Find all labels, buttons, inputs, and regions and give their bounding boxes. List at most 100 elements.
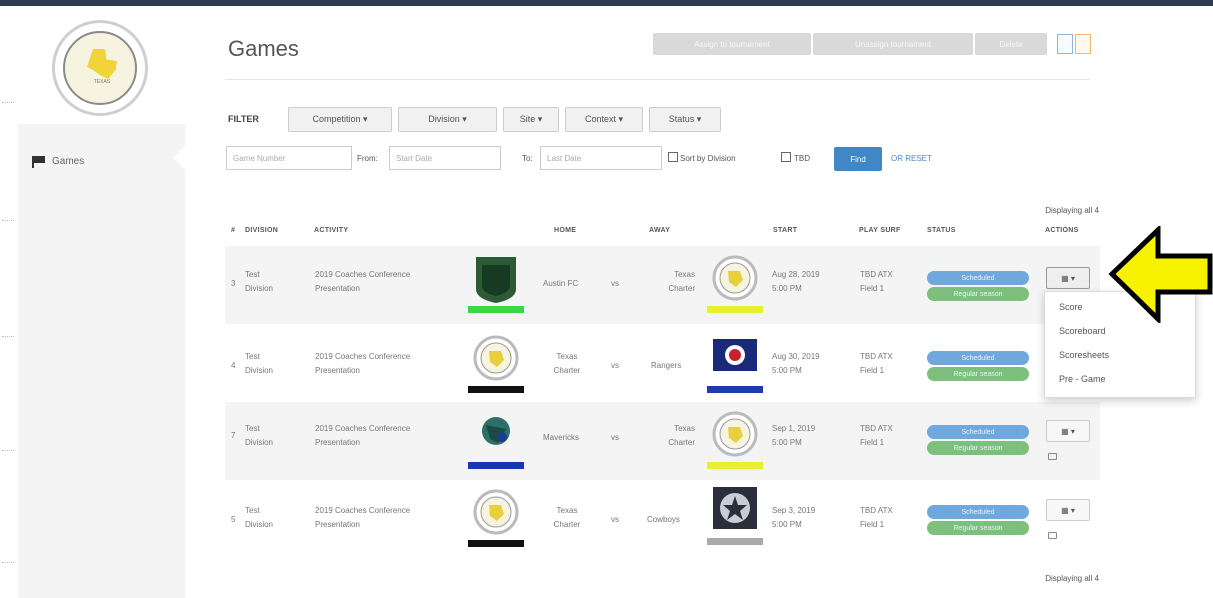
field-name: Field 1 (860, 520, 885, 529)
start-time: 5:00 PM (772, 366, 802, 375)
assign-tournament-button[interactable]: Assign to tournament (653, 33, 811, 55)
season-badge: Regular season (927, 441, 1029, 455)
col-header-status: STATUS (927, 227, 956, 234)
field-name: Field 1 (860, 366, 885, 375)
logo-area: TEXAS (18, 6, 185, 124)
away-team: Texas Charter (668, 424, 695, 447)
tbd-label: TBD (794, 154, 810, 163)
division-cell: Test Division (245, 506, 274, 529)
col-header-division: DIVISION (245, 227, 279, 234)
season-badge: Regular season (927, 367, 1029, 381)
away-team: Texas Charter (668, 270, 695, 293)
status-badge: Scheduled (927, 271, 1029, 285)
start-date: Sep 3, 2019 (772, 506, 816, 515)
texas-charter-logo-icon (468, 331, 524, 393)
vs-label: vs (611, 433, 619, 442)
division-dropdown[interactable]: Division ▾ (398, 107, 497, 132)
to-label: To: (522, 154, 533, 163)
pdf-file-icon[interactable] (1075, 34, 1091, 54)
rangers-logo-icon (707, 331, 763, 393)
actions-menu-button[interactable]: ▦ ▾ (1046, 420, 1090, 442)
export-file-icon[interactable] (1057, 34, 1073, 54)
menu-item-pre-game[interactable]: Pre - Game (1059, 374, 1106, 384)
from-date-input[interactable]: Start Date (389, 146, 501, 170)
unassign-tournament-button[interactable]: Unassign tournament (813, 33, 973, 55)
flag-icon (32, 156, 46, 168)
menu-item-scoreboard[interactable]: Scoreboard (1059, 326, 1106, 336)
active-indicator (173, 146, 185, 170)
sort-division-checkbox[interactable] (668, 152, 678, 162)
display-count-bottom: Displaying all 4 (1045, 574, 1099, 583)
field-name: Field 1 (860, 284, 885, 293)
game-number: 4 (231, 361, 236, 370)
division-cell: Test Division (245, 424, 274, 447)
table-row[interactable]: 4 Test Division 2019 Coaches Conference … (225, 324, 1100, 402)
sidebar-item-games[interactable]: Games (18, 138, 185, 184)
from-label: From: (357, 154, 378, 163)
table-row[interactable]: 3 Test Division 2019 Coaches Conference … (225, 246, 1100, 324)
table-row[interactable]: 5 Test Division 2019 Coaches Conference … (225, 480, 1100, 558)
reset-link[interactable]: OR RESET (891, 154, 932, 163)
austin-fc-logo-icon (468, 251, 524, 313)
sidebar-item-label: Games (52, 155, 85, 167)
activity-cell: 2019 Coaches Conference Presentation (315, 506, 411, 529)
status-badge: Scheduled (927, 351, 1029, 365)
competition-dropdown[interactable]: Competition ▾ (288, 107, 392, 132)
game-number-input[interactable]: Game Number (226, 146, 352, 170)
mavericks-logo-icon (468, 407, 524, 469)
status-badge: Scheduled (927, 425, 1029, 439)
find-button[interactable]: Find (834, 147, 882, 171)
vs-label: vs (611, 279, 619, 288)
actions-menu-button[interactable]: ▦ ▾ (1046, 267, 1090, 289)
away-team: Rangers (651, 361, 682, 370)
sidebar: TEXAS Games (18, 6, 185, 598)
left-gutter (0, 6, 18, 598)
game-number: 7 (231, 431, 236, 440)
col-header-number: # (231, 227, 236, 234)
menu-item-scoresheets[interactable]: Scoresheets (1059, 350, 1109, 360)
page-title: Games (228, 36, 299, 61)
col-header-away: AWAY (649, 227, 671, 234)
division-cell: Test Division (245, 270, 274, 293)
vs-label: vs (611, 361, 619, 370)
status-dropdown[interactable]: Status ▾ (649, 107, 721, 132)
away-team: Cowboys (647, 515, 680, 524)
site-dropdown[interactable]: Site ▾ (503, 107, 559, 132)
actions-menu-button[interactable]: ▦ ▾ (1046, 499, 1090, 521)
season-badge: Regular season (927, 287, 1029, 301)
monitor-icon[interactable] (1048, 453, 1057, 460)
menu-item-score[interactable]: Score (1059, 302, 1083, 312)
start-date: Aug 28, 2019 (772, 270, 820, 279)
home-team: Austin FC (543, 279, 579, 288)
context-dropdown[interactable]: Context ▾ (565, 107, 643, 132)
school-seal-logo[interactable]: TEXAS (52, 20, 148, 116)
start-time: 5:00 PM (772, 284, 802, 293)
site-name: TBD ATX (860, 270, 893, 279)
start-time: 5:00 PM (772, 438, 802, 447)
game-number: 5 (231, 515, 236, 524)
texas-charter-logo-icon (707, 251, 763, 313)
col-header-play-surf: PLAY SURF (859, 227, 901, 234)
activity-cell: 2019 Coaches Conference Presentation (315, 352, 411, 375)
texas-shape-icon (87, 49, 117, 79)
start-date: Sep 1, 2019 (772, 424, 816, 433)
site-name: TBD ATX (860, 506, 893, 515)
status-badge: Scheduled (927, 505, 1029, 519)
delete-button[interactable]: Delete (975, 33, 1047, 55)
monitor-icon[interactable] (1048, 532, 1057, 539)
division-cell: Test Division (245, 352, 274, 375)
site-name: TBD ATX (860, 352, 893, 361)
field-name: Field 1 (860, 438, 885, 447)
texas-charter-logo-icon (707, 407, 763, 469)
col-header-home: HOME (554, 227, 577, 234)
col-header-actions: ACTIONS (1045, 227, 1079, 234)
tbd-checkbox[interactable] (781, 152, 791, 162)
cowboys-logo-icon (707, 483, 763, 545)
col-header-activity: ACTIVITY (314, 227, 349, 234)
table-row[interactable]: 7 Test Division 2019 Coaches Conference … (225, 402, 1100, 480)
activity-cell: 2019 Coaches Conference Presentation (315, 424, 411, 447)
to-date-input[interactable]: Last Date (540, 146, 662, 170)
divider (225, 79, 1090, 80)
toolbar: Assign to tournament Unassign tournament… (653, 33, 1047, 55)
home-team: Texas Charter (553, 506, 581, 529)
